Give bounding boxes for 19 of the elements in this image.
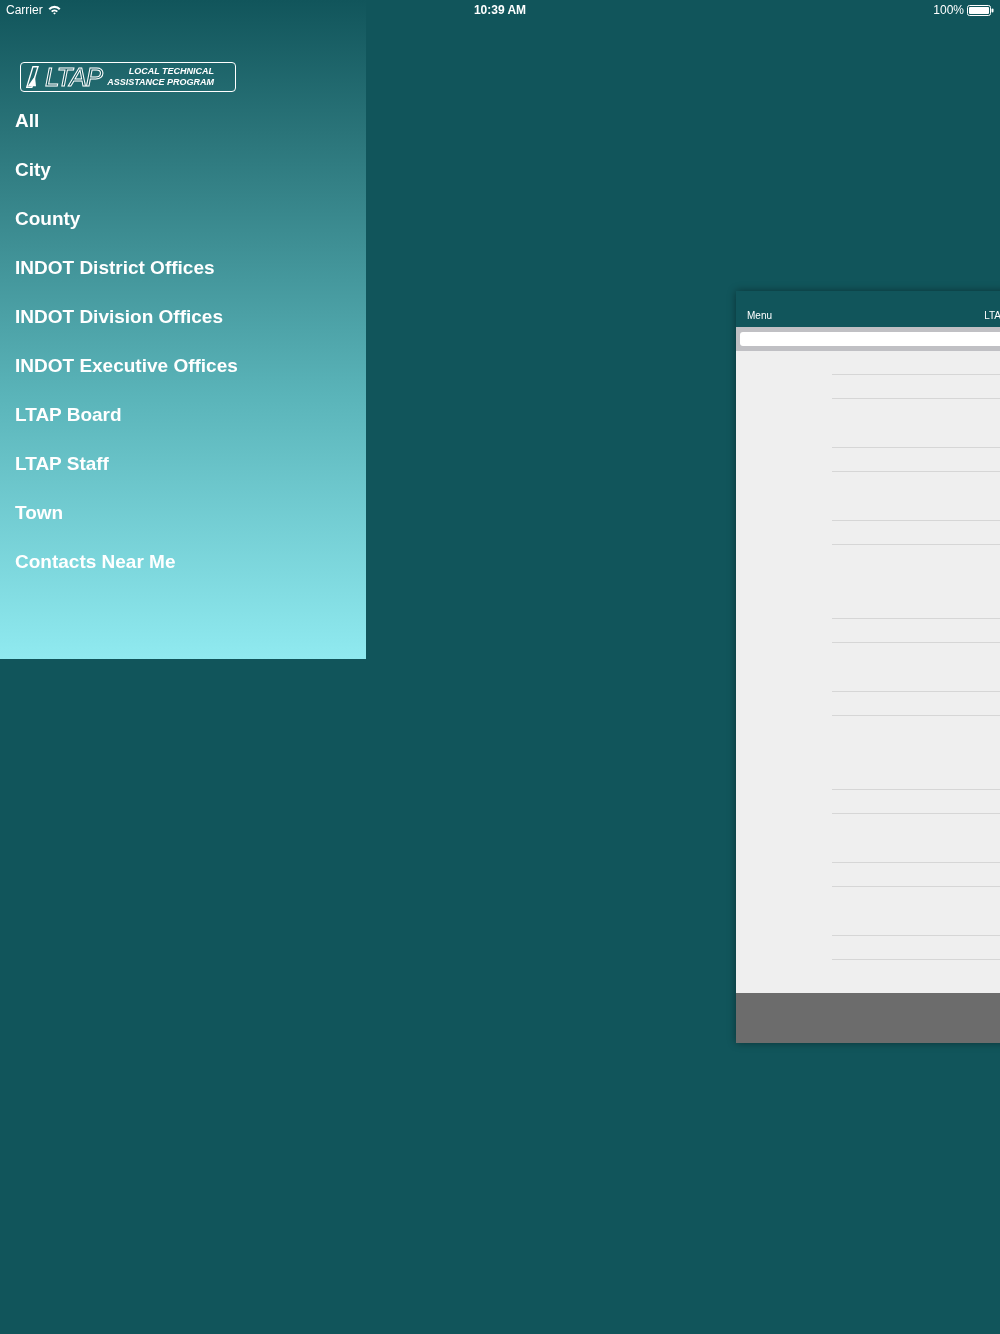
menu-item[interactable]: County: [0, 194, 366, 243]
menu-item[interactable]: City: [0, 145, 366, 194]
menu-item[interactable]: INDOT Executive Offices: [0, 341, 366, 390]
logo-wordmark: LTAP: [45, 64, 103, 90]
time-label: 10:39 AM: [473, 3, 527, 17]
search-field[interactable]: [740, 332, 1000, 346]
menu-button[interactable]: Menu: [747, 310, 772, 321]
logo-text: LOCAL TECHNICAL: [128, 66, 214, 77]
logo-text: ASSISTANCE PROGRAM: [107, 77, 214, 88]
carrier-label: Carrier: [6, 3, 43, 17]
wifi-icon: [47, 5, 61, 15]
menu-item[interactable]: Town: [0, 488, 366, 537]
battery-label: 100%: [933, 3, 964, 17]
menu-item[interactable]: LTAP Staff: [0, 439, 366, 488]
battery-icon: [967, 4, 994, 16]
menu-item[interactable]: All: [0, 96, 366, 145]
menu-item[interactable]: INDOT Division Offices: [0, 292, 366, 341]
menu-item[interactable]: LTAP Board: [0, 390, 366, 439]
menu-item[interactable]: INDOT District Offices: [0, 243, 366, 292]
